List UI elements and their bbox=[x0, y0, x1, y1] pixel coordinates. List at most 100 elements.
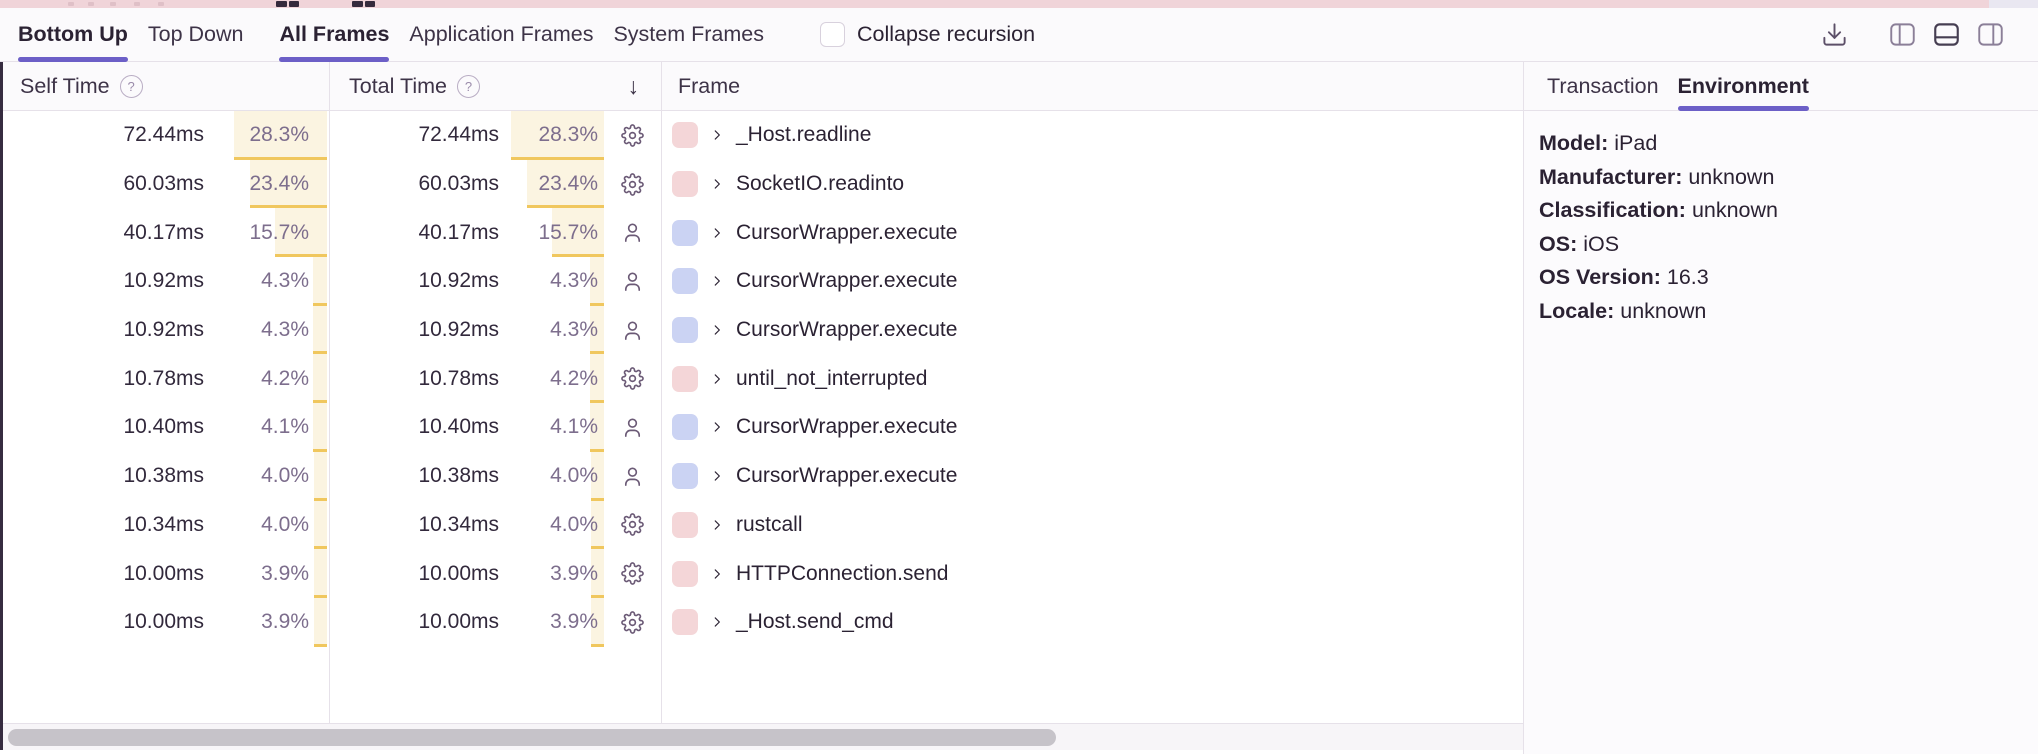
self-time-percent: 23.4% bbox=[249, 172, 329, 196]
detail-value: iOS bbox=[1583, 232, 1619, 256]
frame-cell[interactable]: _Host.readline bbox=[661, 111, 1523, 160]
frame-cell[interactable]: CursorWrapper.execute bbox=[661, 208, 1523, 257]
frame-cell[interactable]: until_not_interrupted bbox=[661, 354, 1523, 403]
tab-top-down[interactable]: Top Down bbox=[148, 8, 244, 61]
collapse-recursion-checkbox[interactable] bbox=[820, 22, 845, 47]
frame-cell[interactable]: CursorWrapper.execute bbox=[661, 403, 1523, 452]
table-row[interactable]: 10.34ms4.0%10.34ms4.0%rustcall bbox=[0, 501, 1523, 550]
chevron-right-icon[interactable] bbox=[710, 128, 724, 142]
table-row[interactable]: 72.44ms28.3%72.44ms28.3% _Host.readline bbox=[0, 111, 1523, 160]
gear-icon bbox=[604, 562, 661, 585]
column-header-total-time[interactable]: Total Time ? ↓ bbox=[329, 62, 661, 110]
detail-line: OS Version: 16.3 bbox=[1539, 261, 2018, 295]
detail-label: Locale: bbox=[1539, 299, 1614, 323]
frame-cell[interactable]: _Host.send_cmd bbox=[661, 598, 1523, 647]
total-time-percent: 3.9% bbox=[550, 562, 604, 586]
self-time-cell: 10.92ms4.3% bbox=[0, 257, 329, 306]
table-row[interactable]: 10.38ms4.0%10.38ms4.0%CursorWrapper.exec… bbox=[0, 452, 1523, 501]
detail-label: Model: bbox=[1539, 131, 1608, 155]
self-time-percent-cell: 3.9% bbox=[204, 549, 329, 598]
gear-icon bbox=[604, 173, 661, 196]
minimap-frame-mark bbox=[289, 1, 299, 7]
self-time-percent-cell: 28.3% bbox=[204, 111, 329, 160]
tab-application-frames[interactable]: Application Frames bbox=[409, 8, 593, 61]
user-icon bbox=[604, 416, 661, 439]
frames-table-body: 72.44ms28.3%72.44ms28.3% _Host.readline60… bbox=[0, 111, 1523, 647]
self-time-value: 72.44ms bbox=[0, 123, 204, 147]
column-header-self-time[interactable]: Self Time ? bbox=[0, 62, 329, 110]
chevron-right-icon[interactable] bbox=[710, 177, 724, 191]
frame-cell[interactable]: CursorWrapper.execute bbox=[661, 257, 1523, 306]
help-icon[interactable]: ? bbox=[120, 75, 143, 98]
frame-filter-tabs: All Frames Application Frames System Frame… bbox=[279, 8, 784, 61]
environment-details: Model: iPadManufacturer: unknownClassifi… bbox=[1524, 111, 2038, 328]
tab-all-frames[interactable]: All Frames bbox=[279, 8, 389, 61]
chevron-right-icon[interactable] bbox=[710, 469, 724, 483]
collapse-recursion-toggle[interactable]: Collapse recursion bbox=[820, 22, 1035, 47]
chevron-right-icon[interactable] bbox=[710, 615, 724, 629]
total-time-cell: 10.78ms4.2% bbox=[329, 354, 661, 403]
minimap-frame-mark bbox=[352, 1, 363, 7]
chevron-right-icon[interactable] bbox=[710, 274, 724, 288]
self-time-cell: 40.17ms15.7% bbox=[0, 208, 329, 257]
frame-cell[interactable]: SocketIO.readinto bbox=[661, 160, 1523, 209]
tab-bottom-up[interactable]: Bottom Up bbox=[18, 8, 128, 61]
toolbar-icons bbox=[1821, 21, 2038, 48]
view-mode-tabs: Bottom Up Top Down bbox=[18, 8, 263, 61]
total-time-cell: 10.38ms4.0% bbox=[329, 452, 661, 501]
table-row[interactable]: 10.00ms3.9%10.00ms3.9%HTTPConnection.sen… bbox=[0, 549, 1523, 598]
chevron-right-icon[interactable] bbox=[710, 518, 724, 532]
horizontal-scrollbar[interactable] bbox=[0, 723, 1523, 750]
panel-tab-transaction[interactable]: Transaction bbox=[1547, 62, 1659, 110]
total-time-percent-cell: 23.4% bbox=[499, 160, 604, 209]
frame-cell[interactable]: rustcall bbox=[661, 501, 1523, 550]
chevron-right-icon[interactable] bbox=[710, 226, 724, 240]
table-row[interactable]: 10.78ms4.2%10.78ms4.2%until_not_interrup… bbox=[0, 354, 1523, 403]
table-row[interactable]: 10.40ms4.1%10.40ms4.1%CursorWrapper.exec… bbox=[0, 403, 1523, 452]
frame-cell[interactable]: HTTPConnection.send bbox=[661, 549, 1523, 598]
self-time-percent-cell: 4.2% bbox=[204, 354, 329, 403]
chevron-right-icon[interactable] bbox=[710, 323, 724, 337]
self-time-percent: 4.3% bbox=[261, 318, 329, 342]
layout-left-dock-icon[interactable] bbox=[1889, 22, 1916, 47]
detail-value: unknown bbox=[1620, 299, 1706, 323]
minimap-frame-mark bbox=[365, 1, 375, 7]
chevron-right-icon[interactable] bbox=[710, 372, 724, 386]
help-icon[interactable]: ? bbox=[457, 75, 480, 98]
total-time-value: 40.17ms bbox=[329, 221, 499, 245]
chevron-right-icon[interactable] bbox=[710, 420, 724, 434]
flamegraph-minimap-strip[interactable] bbox=[0, 0, 2038, 8]
detail-value: unknown bbox=[1688, 165, 1774, 189]
detail-line: Locale: unknown bbox=[1539, 295, 2018, 329]
layout-bottom-dock-icon[interactable] bbox=[1933, 22, 1960, 47]
column-header-frame[interactable]: Frame bbox=[661, 62, 1523, 110]
layout-right-dock-icon[interactable] bbox=[1977, 22, 2004, 47]
panel-tab-environment[interactable]: Environment bbox=[1678, 62, 1809, 110]
total-time-percent-cell: 4.3% bbox=[499, 306, 604, 355]
self-time-cell: 10.00ms3.9% bbox=[0, 549, 329, 598]
user-icon bbox=[604, 465, 661, 488]
frame-cell[interactable]: CursorWrapper.execute bbox=[661, 452, 1523, 501]
table-row[interactable]: 10.92ms4.3%10.92ms4.3%CursorWrapper.exec… bbox=[0, 257, 1523, 306]
total-time-percent: 3.9% bbox=[550, 610, 604, 634]
self-time-cell: 10.38ms4.0% bbox=[0, 452, 329, 501]
horizontal-scrollbar-thumb[interactable] bbox=[8, 729, 1056, 746]
table-row[interactable]: 60.03ms23.4%60.03ms23.4%SocketIO.readint… bbox=[0, 160, 1523, 209]
table-row[interactable]: 40.17ms15.7%40.17ms15.7% CursorWrapper.ex… bbox=[0, 208, 1523, 257]
frame-name: SocketIO.readinto bbox=[736, 172, 904, 196]
chevron-right-icon[interactable] bbox=[710, 567, 724, 581]
total-time-value: 10.00ms bbox=[329, 562, 499, 586]
self-time-percent-cell: 4.1% bbox=[204, 403, 329, 452]
total-time-percent-cell: 4.0% bbox=[499, 452, 604, 501]
self-time-percent-cell: 15.7% bbox=[204, 208, 329, 257]
download-icon[interactable] bbox=[1821, 21, 1848, 48]
frame-name: CursorWrapper.execute bbox=[736, 221, 957, 245]
self-time-cell: 72.44ms28.3% bbox=[0, 111, 329, 160]
frame-cell[interactable]: CursorWrapper.execute bbox=[661, 306, 1523, 355]
tab-system-frames[interactable]: System Frames bbox=[613, 8, 764, 61]
table-row[interactable]: 10.00ms3.9%10.00ms3.9%_Host.send_cmd bbox=[0, 598, 1523, 647]
sort-desc-icon[interactable]: ↓ bbox=[628, 73, 640, 100]
vertical-scrollbar[interactable] bbox=[0, 62, 3, 750]
self-time-percent-cell: 3.9% bbox=[204, 598, 329, 647]
table-row[interactable]: 10.92ms4.3%10.92ms4.3%CursorWrapper.exec… bbox=[0, 306, 1523, 355]
